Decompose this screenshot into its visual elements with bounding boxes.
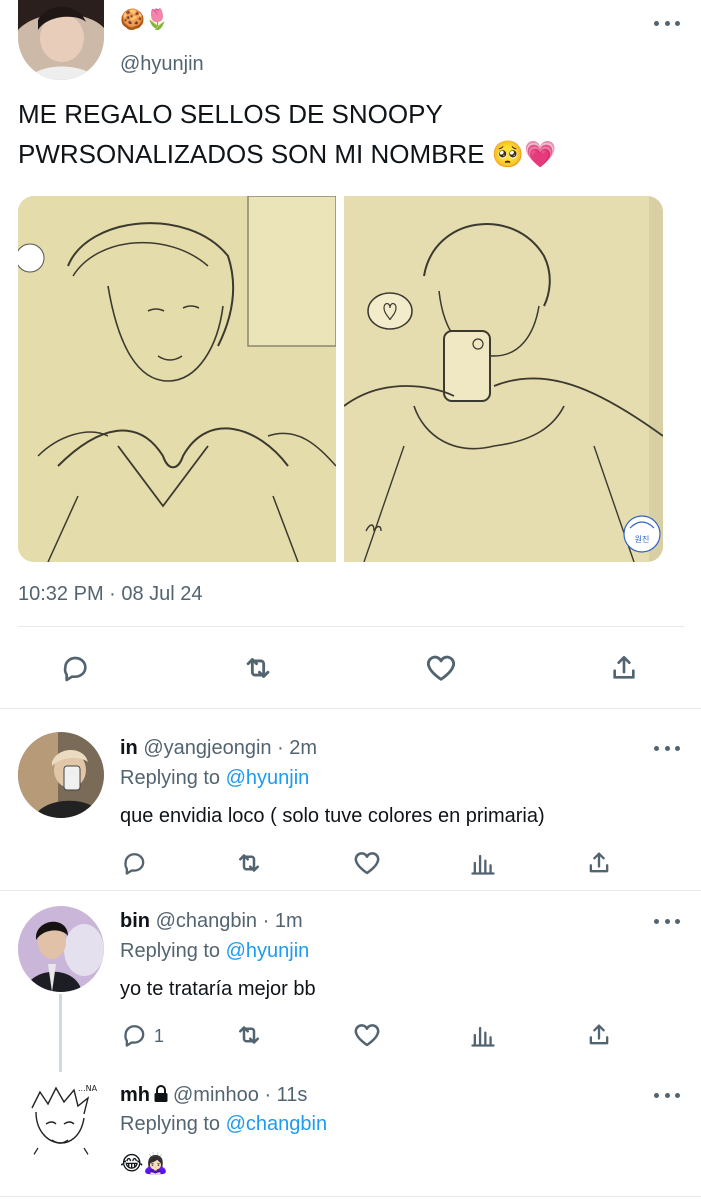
reply-share-button[interactable] [584,1020,614,1050]
replying-label: Replying to [120,767,221,789]
reply-analytics-button[interactable] [468,1020,498,1050]
replying-to-link[interactable]: @hyunjin [226,940,310,962]
reply-handle[interactable]: @yangjeongin · 2m [143,737,317,759]
reply-handle[interactable]: @minhoo · 11s [173,1084,307,1106]
replying-label: Replying to [120,1113,221,1135]
reply-avatar-in[interactable] [18,732,104,818]
tweet-timestamp[interactable]: 10:32 PM · 08 Jul 24 [18,582,203,606]
reply-more-button[interactable] [654,916,680,926]
replying-to-link[interactable]: @hyunjin [226,767,310,789]
reply-button[interactable] [58,650,94,686]
reply-reply-button[interactable] [120,1020,150,1050]
heart-icon [354,852,380,875]
reply-name[interactable]: bin [120,910,150,932]
thread-line [59,994,62,1072]
reply-like-button[interactable] [352,1020,382,1050]
reply-name[interactable]: in [120,737,138,759]
reply-retweet-button[interactable] [232,848,266,878]
reply-count: 1 [154,1026,165,1046]
analytics-icon [471,854,495,875]
share-icon [589,852,609,873]
author-avatar[interactable] [18,0,104,80]
reply-name[interactable]: mh [120,1084,150,1106]
reply-header-in: in @yangjeongin · 2m [120,736,317,760]
tweet-image-2[interactable]: 원진 [344,196,663,562]
share-button[interactable] [606,650,642,686]
reply-text: que envidia loco ( solo tuve colores en … [120,805,545,827]
retweet-icon [239,1026,259,1044]
lock-icon [153,1085,169,1109]
tweet-image-1[interactable] [18,196,336,562]
reply-more-button[interactable] [654,743,680,753]
heart-icon [354,1024,380,1047]
analytics-icon [471,1026,495,1047]
replying-label: Replying to [120,940,221,962]
reply-analytics-button[interactable] [468,848,498,878]
reply-handle[interactable]: @changbin · 1m [156,910,303,932]
reply-like-button[interactable] [352,848,382,878]
divider-timestamp [18,626,684,627]
author-handle[interactable]: @hyunjin [120,52,204,76]
reply-avatar-bin[interactable] [18,906,104,992]
like-button[interactable] [423,650,459,686]
avatar-caption: ...NA [78,1084,98,1093]
reply-header-mh: mh @minhoo · 11s [120,1083,307,1109]
reply-text: yo te trataría mejor bb [120,978,316,1000]
replying-to-line: Replying to @changbin [120,1112,327,1136]
tweet-text-line-2: PWRSONALIZADOS SON MI NOMBRE 🥺💗 [18,139,557,169]
reply-icon [124,853,145,875]
reply-retweet-button[interactable] [232,1020,266,1050]
share-icon [613,656,635,679]
replying-to-link[interactable]: @changbin [226,1113,327,1135]
author-emoji-name[interactable]: 🍪🌷 [120,8,170,32]
heart-icon [426,655,456,681]
replying-to-line: Replying to @hyunjin [120,939,309,963]
reply-more-button[interactable] [654,1090,680,1100]
reply-icon [124,1025,145,1047]
image-stamp [623,515,661,553]
image-stamp-text: 원진 [635,534,650,544]
reply-icon [63,656,87,682]
tweet-text-line-1: ME REGALO SELLOS DE SNOOPY [18,99,443,129]
retweet-button[interactable] [240,650,276,686]
divider-bottom [0,1196,701,1197]
retweet-icon [246,658,270,678]
tweet-more-button[interactable] [654,18,680,28]
replying-to-line: Replying to @hyunjin [120,766,309,790]
reply-reply-button[interactable] [120,848,150,878]
reply-text: 😂🙇🏻‍♀️ [120,1153,169,1175]
reply-share-button[interactable] [584,848,614,878]
share-icon [589,1024,609,1045]
retweet-icon [239,854,259,872]
divider-main [0,708,701,709]
divider-reply-1 [0,890,701,891]
reply-header-bin: bin @changbin · 1m [120,909,303,933]
